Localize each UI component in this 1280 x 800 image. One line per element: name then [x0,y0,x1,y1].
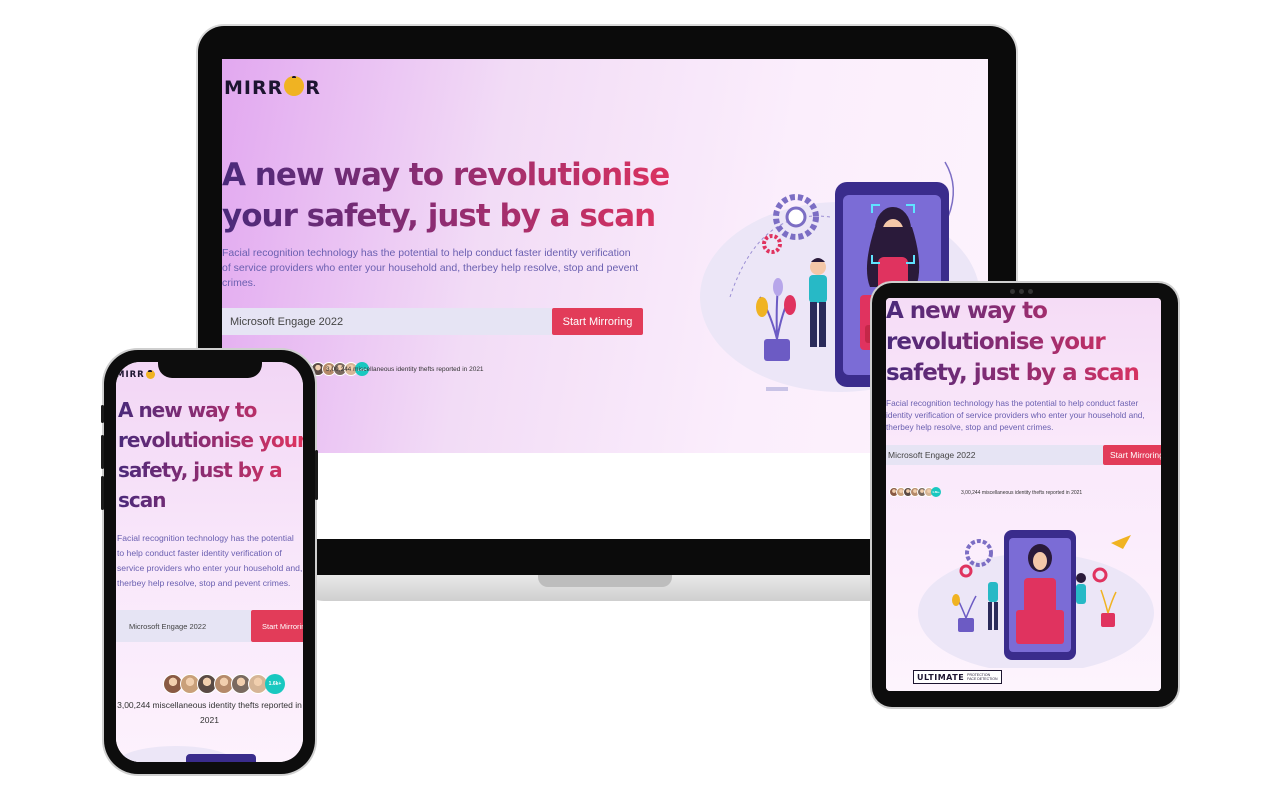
headline-line: revolutionise your [886,329,1105,355]
ultimate-protection-badge: ULTIMATE PROTECTION FACE DETECTION [913,670,1002,684]
phone-brand-logo[interactable]: MIRR [116,369,156,380]
page-title: A new way to revolutionise your safety, … [222,155,682,237]
tablet-avatar-group: 1.6k+ [889,487,941,497]
tablet-face-scan-illustration [918,530,1154,668]
laptop-trackpad-notch [538,575,672,587]
phone-power-button [315,450,318,500]
headline-line: revolutionise your [118,428,303,452]
logo-text: MIRR [116,370,145,380]
lock-icon [284,76,305,96]
tablet-search-input[interactable]: Microsoft Engage 2022 [886,445,1103,465]
search-bar: Microsoft Engage 2022 Start Mirroring [222,308,643,335]
phone-page-title: A new way to revolutionise your safety, … [118,395,303,515]
headline-line: scan [118,488,166,512]
tablet-hero-section: A new way to revolutionise your safety, … [886,298,1161,691]
device-mockup-stage: MIRR R A new way to revolutionise your s… [0,0,1280,800]
headline-line: A new way to [886,298,1047,324]
start-mirroring-button[interactable]: Start Mirroring [552,308,643,335]
tablet-camera [1004,289,1038,295]
headline-line: safety, just by a [118,458,282,482]
avatar-count-badge: 1.6k+ [265,674,285,694]
phone-start-mirroring-button[interactable]: Start Mirroring [251,610,303,642]
tablet-identity-theft-stat: 3,00,244 miscellaneous identity thefts r… [961,490,1083,496]
brand-logo[interactable]: MIRR R [224,76,321,99]
tablet-start-mirroring-button[interactable]: Start Mirroring [1103,445,1161,465]
phone-search-input[interactable]: Microsoft Engage 2022 [116,610,251,642]
logo-text: MIRR [224,77,284,99]
headline-line: safety, just by a scan [886,360,1139,386]
badge-subtitle: FACE DETECTION [967,677,998,681]
phone-screen: MIRR A new way to revolutionise your saf… [116,362,303,762]
avatar-count-badge: 1.6k+ [931,487,941,497]
lock-icon [145,369,155,379]
logo-text-end: R [305,77,321,99]
phone-search-bar: Microsoft Engage 2022 Start Mirroring [116,610,303,642]
phone-avatar-group: 1.6k+ [163,674,285,694]
phone-side-button [101,435,104,469]
phone-hero-section: MIRR A new way to revolutionise your saf… [116,362,303,762]
hero-description: Facial recognition technology has the po… [222,247,639,289]
badge-title: ULTIMATE [917,672,965,682]
identity-theft-stat: 3,00,244 miscellaneous identity thefts r… [326,366,484,373]
search-input[interactable]: Microsoft Engage 2022 [222,308,552,335]
phone-side-button [101,476,104,510]
headline-line: your safety, just by a scan [222,198,656,234]
tablet-page-title: A new way to revolutionise your safety, … [886,298,1156,389]
phone-identity-theft-stat: 3,00,244 miscellaneous identity thefts r… [117,700,302,725]
tablet-search-bar: Microsoft Engage 2022 Start Mirroring [886,445,1161,465]
phone-notch [158,360,262,378]
phone-hero-description: Facial recognition technology has the po… [117,533,303,588]
tablet-hero-description: Facial recognition technology has the po… [886,398,1145,432]
headline-line: A new way to revolutionise [222,157,670,193]
phone-illustration-preview [116,746,256,762]
headline-line: A new way to [118,398,257,422]
tablet-screen: A new way to revolutionise your safety, … [886,298,1161,691]
phone-side-button [101,405,104,423]
